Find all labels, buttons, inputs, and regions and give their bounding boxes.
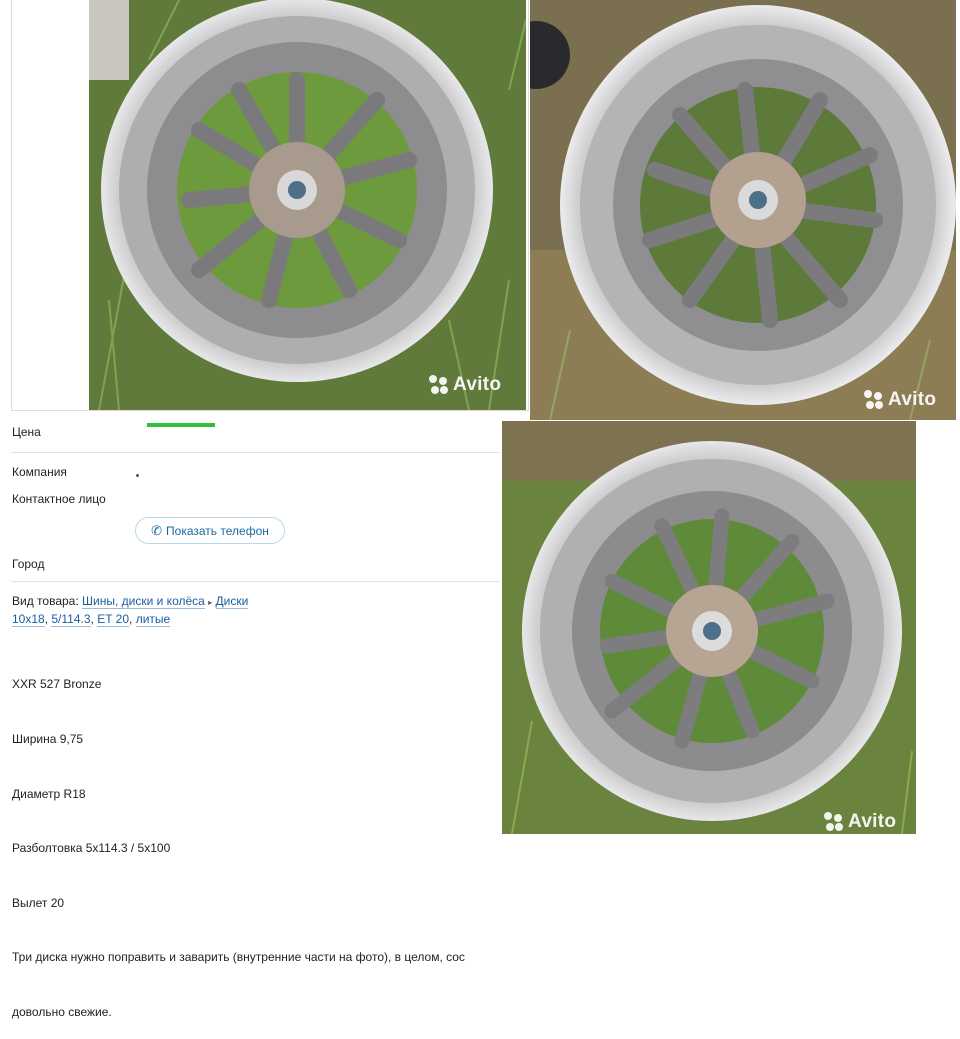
description-line: Разболтовка 5x114.3 / 5x100 — [12, 841, 171, 856]
divider — [11, 581, 500, 582]
tag-type[interactable]: литые — [135, 612, 171, 627]
tags-line: 10x18, 5/114.3, ET 20, литые — [12, 612, 171, 627]
avito-watermark: Avito — [824, 811, 896, 833]
company-label: Компания — [12, 465, 67, 479]
category-line: Вид товара: Шины, диски и колёса ▸ Диски — [12, 594, 249, 609]
avito-watermark: Avito — [864, 389, 936, 411]
description-line: Три диска нужно поправить и заварить (вн… — [12, 950, 465, 965]
breadcrumb-arrow-icon: ▸ — [208, 598, 213, 607]
description-line: довольно свежие. — [12, 1005, 112, 1020]
phone-icon: ✆ — [151, 522, 163, 538]
wheel-photo-1[interactable]: Avito — [89, 0, 526, 410]
tag-bolt-pattern[interactable]: 5/114.3 — [51, 612, 91, 627]
divider — [11, 452, 500, 453]
avito-logo-icon — [429, 375, 449, 395]
show-phone-button[interactable]: ✆ Показать телефон — [135, 517, 285, 544]
tag-offset[interactable]: ET 20 — [97, 612, 130, 627]
tag-size[interactable]: 10x18 — [12, 612, 45, 627]
price-label: Цена — [12, 425, 41, 439]
contact-label: Контактное лицо — [12, 492, 106, 506]
category-link-wheels[interactable]: Диски — [215, 594, 249, 609]
description: XXR 527 Bronze Ширина 9,75 Диаметр R18 Р… — [12, 639, 502, 1039]
description-line: Диаметр R18 — [12, 786, 86, 801]
company-value — [136, 474, 139, 477]
wheel-photo-3[interactable]: Avito — [502, 421, 916, 834]
avito-logo-icon — [824, 812, 844, 832]
price-value-bar — [147, 423, 215, 427]
wheel-photo-2[interactable]: Avito — [530, 0, 956, 420]
description-line: Вылет 20 — [12, 895, 65, 910]
avito-logo-icon — [864, 390, 884, 410]
city-label: Город — [12, 557, 45, 571]
description-line: Ширина 9,75 — [12, 732, 84, 747]
description-line: XXR 527 Bronze — [12, 677, 102, 692]
avito-watermark: Avito — [429, 374, 501, 396]
category-link-tires[interactable]: Шины, диски и колёса — [82, 594, 205, 609]
